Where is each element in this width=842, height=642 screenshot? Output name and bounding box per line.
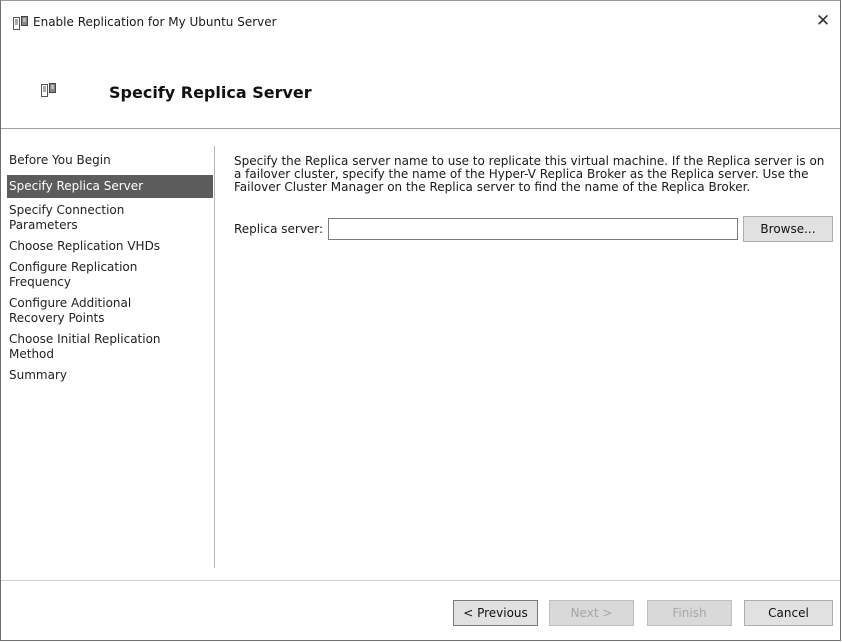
main-content: Specify the Replica server name to use t… [234, 154, 833, 242]
page-title: Specify Replica Server [109, 83, 312, 102]
header-divider [1, 128, 840, 129]
server-replication-icon [41, 82, 57, 101]
nav-item-before-you-begin[interactable]: Before You Begin [7, 149, 213, 173]
wizard-window: Enable Replication for My Ubuntu Server … [0, 0, 841, 641]
title-bar: Enable Replication for My Ubuntu Server … [1, 1, 840, 39]
nav-item-choose-replication-vhds[interactable]: Choose Replication VHDs [7, 236, 213, 257]
nav-divider [214, 146, 215, 568]
nav-item-specify-replica-server[interactable]: Specify Replica Server [7, 175, 213, 198]
instructions-text: Specify the Replica server name to use t… [234, 154, 825, 194]
replica-server-label: Replica server: [234, 222, 324, 236]
nav-item-configure-replication-frequency[interactable]: Configure Replication Frequency [7, 257, 169, 293]
previous-button[interactable]: < Previous [453, 600, 538, 626]
nav-item-specify-connection-parameters[interactable]: Specify Connection Parameters [7, 200, 169, 236]
wizard-step-list: Before You Begin Specify Replica Server … [7, 149, 213, 386]
cancel-button[interactable]: Cancel [744, 600, 833, 626]
footer-divider [1, 580, 840, 581]
nav-item-summary[interactable]: Summary [7, 365, 213, 386]
window-title: Enable Replication for My Ubuntu Server [33, 15, 277, 29]
server-replication-icon [13, 15, 29, 34]
nav-item-choose-initial-replication-method[interactable]: Choose Initial Replication Method [7, 329, 189, 365]
page-header: Specify Replica Server [1, 39, 840, 127]
replica-server-row: Replica server: Browse... [234, 216, 833, 242]
finish-button[interactable]: Finish [647, 600, 732, 626]
close-icon[interactable]: ✕ [812, 11, 834, 31]
nav-item-configure-additional-recovery-points[interactable]: Configure Additional Recovery Points [7, 293, 169, 329]
replica-server-input[interactable] [328, 218, 738, 240]
next-button[interactable]: Next > [549, 600, 634, 626]
browse-button[interactable]: Browse... [743, 216, 833, 242]
